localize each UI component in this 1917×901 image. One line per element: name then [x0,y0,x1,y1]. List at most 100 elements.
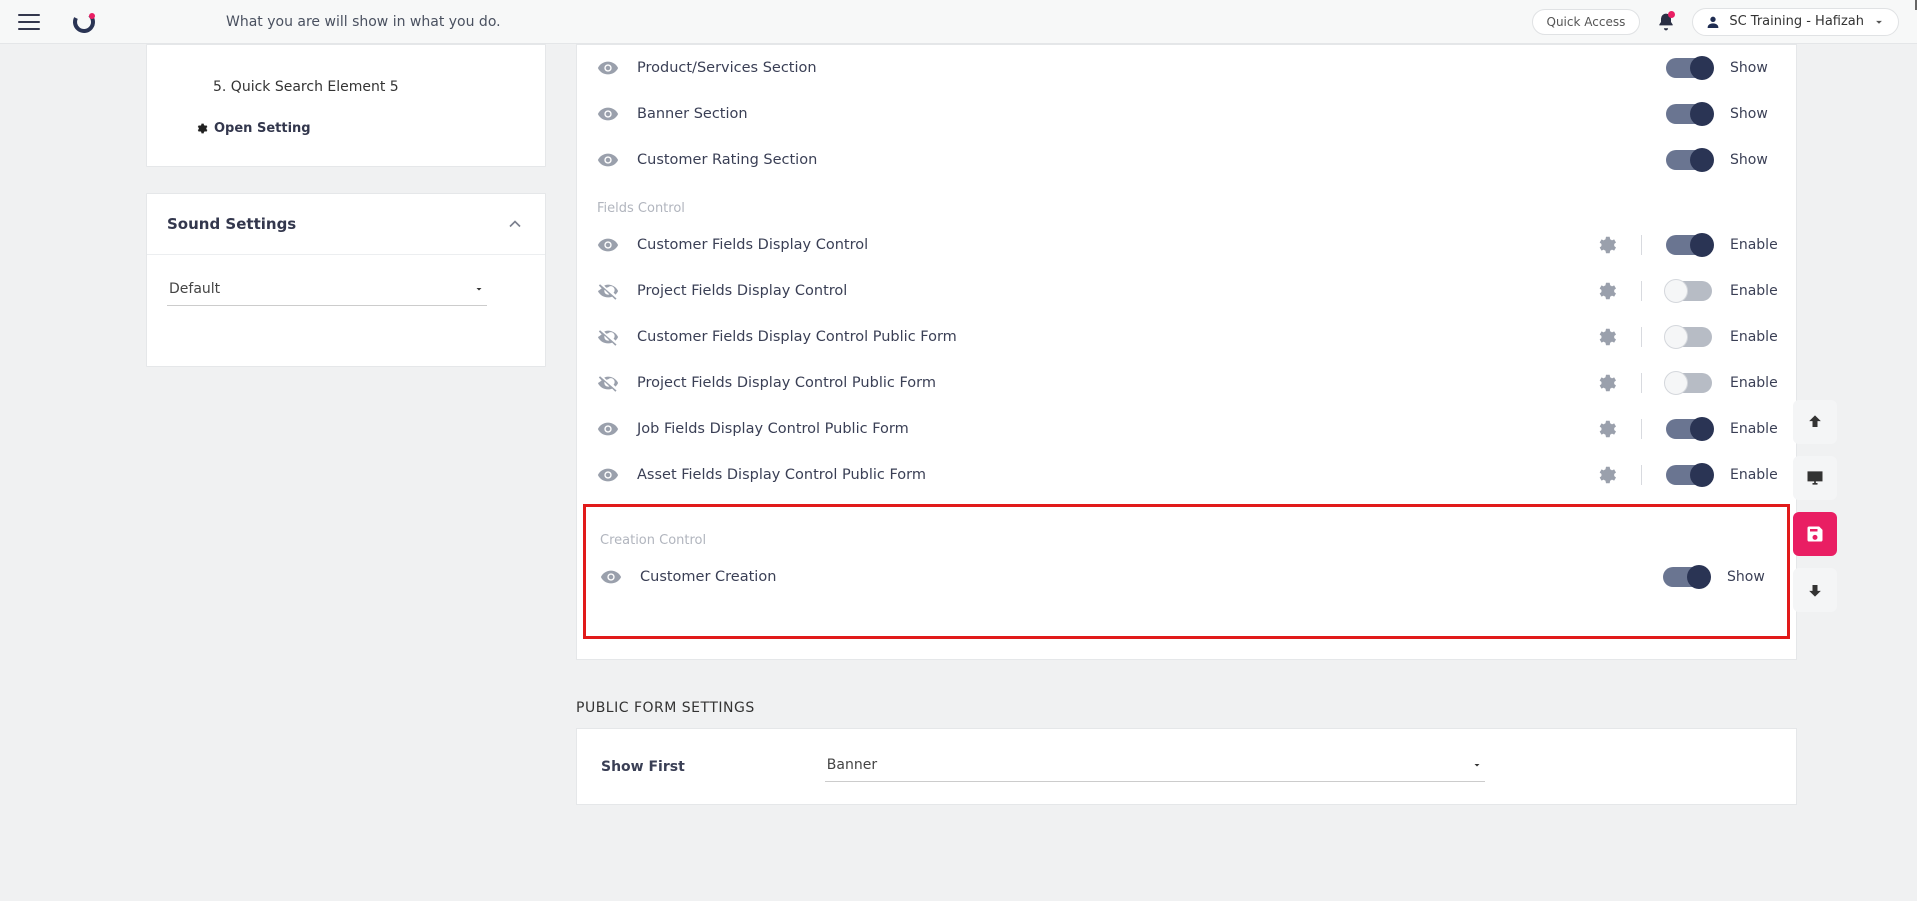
open-setting-link[interactable]: Open Setting [195,121,525,136]
sound-select-value: Default [169,281,220,297]
chevron-down-icon [1872,15,1886,29]
row-settings-button[interactable] [1595,234,1617,256]
setting-row: Customer Fields Display Control Enable [587,222,1786,268]
save-button[interactable] [1793,512,1837,556]
settings-card: Product/Services SectionShowBanner Secti… [576,44,1797,660]
sound-select[interactable]: Default [167,275,487,306]
toggle-status-label: Show [1730,106,1776,122]
fields-control-label: Fields Control [587,183,1786,222]
avatar-icon [1705,14,1721,30]
eye-hidden-icon [597,280,619,302]
creation-control-label: Creation Control [590,515,1783,554]
eye-visible-icon [597,149,619,171]
toggle-status-label: Enable [1730,375,1776,391]
eye-visible-icon [597,234,619,256]
show-first-label: Show First [601,759,685,775]
gear-icon [195,122,208,135]
caret-down-icon [1471,759,1483,771]
arrow-down-icon [1805,580,1825,600]
eye-visible-icon [597,418,619,440]
menu-button[interactable] [18,14,40,30]
toggle-status-label: Show [1730,60,1776,76]
setting-row: Project Fields Display Control Public Fo… [587,360,1786,406]
toggle-switch[interactable] [1663,567,1709,587]
notifications-button[interactable] [1656,12,1676,32]
setting-row: Customer Fields Display Control Public F… [587,314,1786,360]
row-settings-button[interactable] [1595,326,1617,348]
public-form-heading: PUBLIC FORM SETTINGS [576,700,1797,716]
notification-dot [1668,11,1675,18]
toggle-switch[interactable] [1666,150,1712,170]
divider [1641,235,1642,255]
monitor-icon [1805,468,1825,488]
setting-row: Asset Fields Display Control Public Form… [587,452,1786,498]
arrow-up-icon [1805,412,1825,432]
toggle-status-label: Show [1730,152,1776,168]
divider [1641,373,1642,393]
eye-hidden-icon [597,372,619,394]
setting-label: Customer Creation [640,569,1645,585]
topbar: What you are will show in what you do. Q… [0,0,1917,44]
setting-label: Customer Rating Section [637,152,1648,168]
toggle-switch[interactable] [1666,327,1712,347]
toggle-switch[interactable] [1666,281,1712,301]
setting-label: Customer Fields Display Control [637,237,1577,253]
user-name: SC Training - Hafizah [1729,14,1864,29]
toggle-status-label: Enable [1730,467,1776,483]
toggle-status-label: Enable [1730,329,1776,345]
public-form-card: Show First Banner [576,728,1797,805]
app-logo [72,10,96,34]
divider [1641,281,1642,301]
setting-label: Customer Fields Display Control Public F… [637,329,1577,345]
setting-row: Customer Rating Section Show [587,137,1786,183]
setting-label: Banner Section [637,106,1648,122]
setting-row: Banner Section Show [587,91,1786,137]
preview-button[interactable] [1793,456,1837,500]
row-settings-button[interactable] [1595,464,1617,486]
quick-search-card: 5. Quick Search Element 5 Open Setting [146,44,546,167]
eye-visible-icon [597,103,619,125]
sound-settings-header[interactable]: Sound Settings [147,194,545,255]
toggle-switch[interactable] [1666,419,1712,439]
setting-row: Product/Services SectionShow [587,45,1786,91]
toggle-status-label: Enable [1730,237,1776,253]
open-setting-label: Open Setting [214,121,311,136]
show-first-select[interactable]: Banner [825,751,1485,782]
toggle-switch[interactable] [1666,465,1712,485]
toggle-switch[interactable] [1666,104,1712,124]
eye-visible-icon [597,464,619,486]
floating-actions [1793,400,1837,612]
row-settings-button[interactable] [1595,280,1617,302]
scroll-up-button[interactable] [1793,400,1837,444]
setting-label: Job Fields Display Control Public Form [637,421,1577,437]
setting-label: Project Fields Display Control [637,283,1577,299]
show-first-value: Banner [827,757,877,773]
setting-label: Project Fields Display Control Public Fo… [637,375,1577,391]
setting-label: Asset Fields Display Control Public Form [637,467,1577,483]
user-menu[interactable]: SC Training - Hafizah [1692,8,1899,36]
divider [1641,419,1642,439]
quick-search-item: 5. Quick Search Element 5 [167,73,525,101]
quick-access-button[interactable]: Quick Access [1532,9,1641,35]
toggle-switch[interactable] [1666,235,1712,255]
sound-settings-title: Sound Settings [167,215,296,233]
setting-row: Project Fields Display Control Enable [587,268,1786,314]
header-quote: What you are will show in what you do. [226,14,501,30]
toggle-status-label: Enable [1730,421,1776,437]
toggle-status-label: Enable [1730,283,1776,299]
row-settings-button[interactable] [1595,418,1617,440]
toggle-switch[interactable] [1666,373,1712,393]
divider [1641,465,1642,485]
divider [1641,327,1642,347]
eye-visible-icon [597,57,619,79]
save-icon [1805,524,1825,544]
setting-row: Job Fields Display Control Public Form En… [587,406,1786,452]
creation-control-highlight: Creation Control Customer CreationShow [583,504,1790,639]
caret-down-icon [473,283,485,295]
row-settings-button[interactable] [1595,372,1617,394]
scroll-down-button[interactable] [1793,568,1837,612]
eye-visible-icon [600,566,622,588]
setting-row: Customer CreationShow [590,554,1783,600]
toggle-switch[interactable] [1666,58,1712,78]
sound-settings-card: Sound Settings Default [146,193,546,367]
